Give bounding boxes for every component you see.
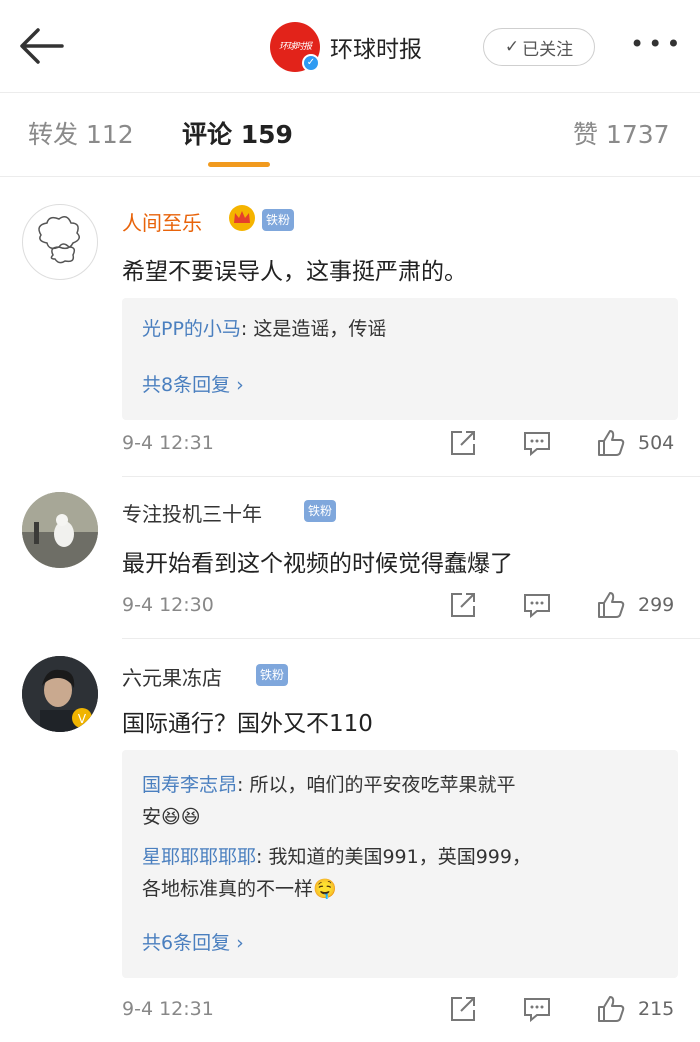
share-icon[interactable] xyxy=(448,994,478,1024)
username[interactable]: 六元果冻店 xyxy=(122,662,222,691)
follow-button[interactable]: ✓ 已关注 xyxy=(483,28,595,66)
tab-likes[interactable]: 赞 1737 xyxy=(573,115,670,151)
view-replies-link[interactable]: 共8条回复 › xyxy=(142,370,244,397)
reply-text: : 这是造谣，传谣 xyxy=(240,318,387,340)
reply-text: : 所以，咱们的平安夜吃苹果就平 xyxy=(237,774,516,796)
tab-label: 转发 xyxy=(28,120,79,149)
username[interactable]: 人间至乐 xyxy=(122,207,202,236)
share-icon[interactable] xyxy=(448,428,478,458)
follow-label: 已关注 xyxy=(522,39,574,60)
reply-line: 光PP的小马: 这是造谣，传谣 xyxy=(142,314,386,344)
like-count: 299 xyxy=(638,594,675,616)
tab-count: 1737 xyxy=(605,120,670,149)
reply-text: : 我知道的美国991，英国999， xyxy=(256,846,531,868)
tab-count: 159 xyxy=(240,120,293,149)
like-count: 504 xyxy=(638,432,675,454)
reply-author[interactable]: 星耶耶耶耶耶 xyxy=(142,846,256,868)
reply-line: 国寿李志昂: 所以，咱们的平安夜吃苹果就平 xyxy=(142,770,515,800)
comment-actions: 9-4 12:31 504 xyxy=(0,426,700,466)
verified-icon: ✓ xyxy=(302,54,320,72)
tab-count: 112 xyxy=(85,120,134,149)
comment-icon[interactable] xyxy=(522,428,552,458)
fan-badge: 铁粉 xyxy=(256,664,289,686)
tab-comments[interactable]: 评论 159 xyxy=(182,115,293,151)
divider xyxy=(122,476,700,477)
crown-icon xyxy=(228,204,256,232)
like-icon[interactable] xyxy=(596,994,626,1024)
more-options-icon[interactable]: ••• xyxy=(630,30,682,60)
like-icon[interactable] xyxy=(596,590,626,620)
divider xyxy=(122,638,700,639)
avatar[interactable]: V xyxy=(22,656,98,732)
active-tab-indicator xyxy=(208,162,270,167)
comment-icon[interactable] xyxy=(522,590,552,620)
view-replies-link[interactable]: 共6条回复 › xyxy=(142,928,244,955)
top-bar: 环球时报 ✓ 环球时报 ✓ 已关注 ••• xyxy=(0,0,700,90)
comment-text: 最开始看到这个视频的时候觉得蠢爆了 xyxy=(122,551,513,577)
username[interactable]: 专注投机三十年 xyxy=(122,498,262,527)
divider xyxy=(0,176,700,177)
reply-line: 星耶耶耶耶耶: 我知道的美国991，英国999， xyxy=(142,842,531,872)
reply-text-continued: 各地标准真的不一样🤤 xyxy=(142,878,337,900)
reply-author[interactable]: 国寿李志昂 xyxy=(142,774,237,796)
tab-bar: 转发 112 评论 159 赞 1737 xyxy=(0,93,700,175)
comment-time: 9-4 12:30 xyxy=(122,594,214,616)
avatar[interactable] xyxy=(22,204,98,280)
svg-text:V: V xyxy=(78,712,87,726)
like-icon[interactable] xyxy=(596,428,626,458)
share-icon[interactable] xyxy=(448,590,478,620)
comment-text: 希望不要误导人，这事挺严肃的。 xyxy=(122,259,467,285)
reply-text-continued: 安😆😆 xyxy=(142,806,201,828)
reply-author[interactable]: 光PP的小马 xyxy=(142,318,241,340)
tab-label: 评论 xyxy=(182,120,233,149)
comment-time: 9-4 12:31 xyxy=(122,998,214,1020)
cloud-doodle-icon xyxy=(38,216,80,264)
avatar[interactable] xyxy=(22,492,98,568)
check-icon: ✓ xyxy=(504,37,520,57)
comment-text: 国际通行？国外又不110 xyxy=(122,711,373,737)
tab-reposts[interactable]: 转发 112 xyxy=(28,115,134,151)
back-arrow-icon[interactable] xyxy=(14,22,70,70)
logo-wordmark: 环球时报 xyxy=(278,42,312,52)
fan-badge: 铁粉 xyxy=(262,209,295,231)
reply-box[interactable]: 光PP的小马: 这是造谣，传谣 共8条回复 › xyxy=(122,298,678,420)
comment-actions: 9-4 12:30 299 xyxy=(0,588,700,628)
account-name[interactable]: 环球时报 xyxy=(330,30,422,64)
tab-label: 赞 xyxy=(573,120,599,149)
comment-actions: 9-4 12:31 215 xyxy=(0,992,700,1032)
comment-time: 9-4 12:31 xyxy=(122,432,214,454)
fan-badge: 铁粉 xyxy=(304,500,337,522)
like-count: 215 xyxy=(638,998,675,1020)
comment-icon[interactable] xyxy=(522,994,552,1024)
reply-box[interactable]: 国寿李志昂: 所以，咱们的平安夜吃苹果就平 安😆😆 星耶耶耶耶耶: 我知道的美国… xyxy=(122,750,678,978)
